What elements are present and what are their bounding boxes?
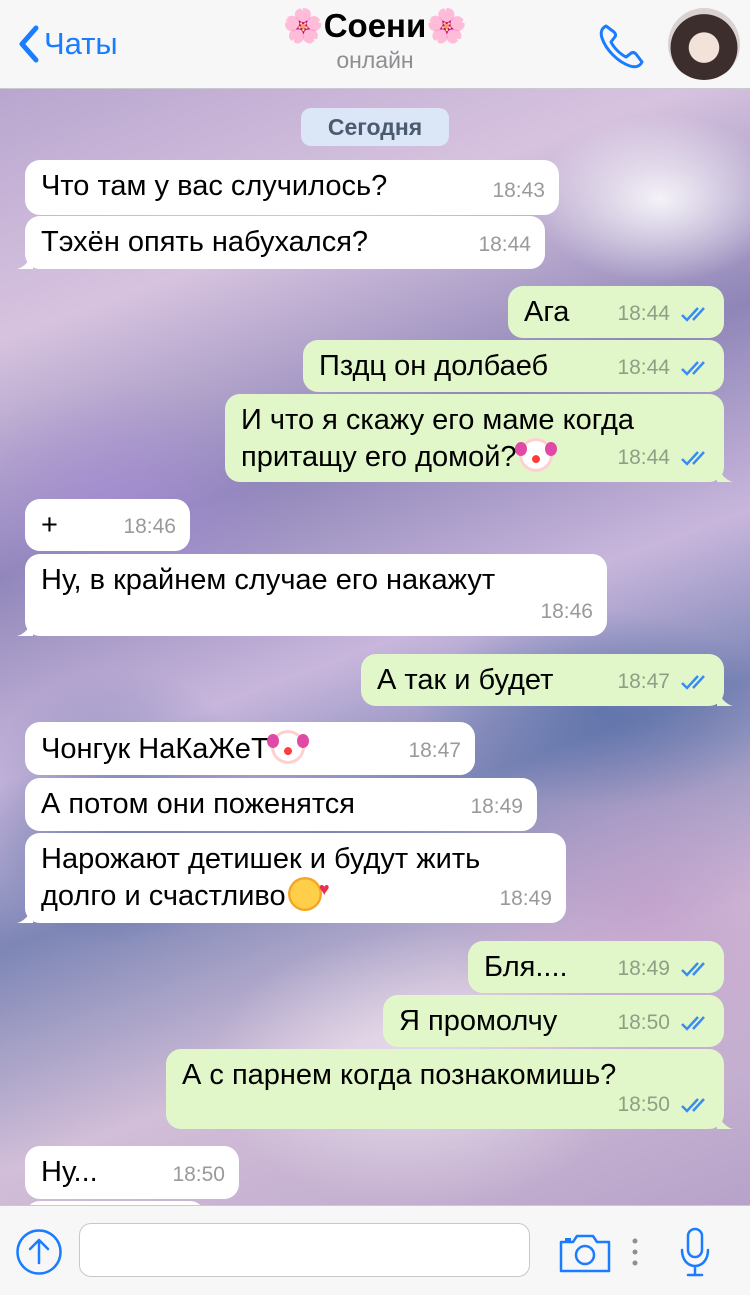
time-label: 18:46 [123, 515, 176, 538]
message-text: Ну... [41, 1156, 98, 1188]
message-text: А с парнем когда познакомишь? [182, 1059, 617, 1091]
message-status: 18:49 [617, 951, 712, 987]
time-label: 18:44 [478, 233, 531, 256]
clown-face-icon [266, 730, 309, 764]
message-text: Пздц он долбаеб [319, 350, 549, 382]
message-text: Ну, в крайнем случае его накажут [41, 564, 496, 596]
message-text: Бля.... [484, 951, 568, 983]
chevron-left-icon [19, 25, 39, 63]
double-check-icon [681, 962, 705, 977]
message-status: 18:50 [617, 1087, 712, 1123]
double-check-icon [681, 361, 705, 376]
time-label: 18:44 [617, 446, 670, 469]
message-outgoing[interactable]: Ага 18:44 [508, 286, 724, 338]
clown-face-icon [514, 438, 557, 472]
message-input[interactable] [79, 1223, 530, 1277]
time-label: 18:44 [617, 356, 670, 379]
message-outgoing[interactable]: И что я скажу его маме когда притащу его… [225, 394, 733, 482]
camera-icon[interactable] [558, 1232, 612, 1274]
message-text: + [41, 509, 58, 541]
message-incoming[interactable]: Что там у вас случилось? 18:43 [25, 160, 559, 215]
bubble-tail [717, 690, 733, 706]
chat-header: Чаты 🌸Соени🌸 онлайн [0, 0, 750, 89]
double-check-icon [681, 675, 705, 690]
message-outgoing[interactable]: А так и будет 18:47 [361, 654, 733, 706]
message-outgoing[interactable]: Я промолчу 18:50 [383, 995, 724, 1047]
message-time: 18:43 [492, 173, 545, 209]
contact-name: 🌸Соени🌸 [282, 7, 468, 44]
message-text: Ага [524, 296, 570, 328]
message-text: Чонгук НаКаЖеТ [41, 733, 269, 765]
time-label: 18:43 [492, 179, 545, 202]
contact-info[interactable]: 🌸Соени🌸 онлайн [200, 6, 550, 74]
bubble-tail [717, 1113, 733, 1129]
message-incoming[interactable]: А потом они поженятся 18:49 [25, 778, 537, 831]
chat-area[interactable]: Сегодня Что там у вас случилось? 18:43 Т… [0, 89, 750, 1205]
message-text: А потом они поженятся [41, 788, 355, 820]
message-outgoing[interactable]: А с парнем когда познакомишь? 18:50 [166, 1049, 733, 1129]
time-label: 18:49 [617, 957, 670, 980]
attach-upload-icon[interactable] [15, 1228, 63, 1276]
message-time: 18:50 [172, 1157, 225, 1193]
phone-icon[interactable] [596, 20, 648, 70]
bubble-tail [17, 620, 33, 636]
more-dots-icon[interactable] [630, 1236, 640, 1268]
time-label: 18:49 [499, 887, 552, 910]
message-status: 18:47 [617, 664, 712, 700]
message-text: Я промолчу [399, 1005, 558, 1037]
time-label: 18:46 [540, 600, 593, 623]
double-check-icon [681, 451, 705, 466]
message-time: 18:47 [408, 733, 461, 769]
date-separator: Сегодня [301, 108, 449, 146]
message-incoming[interactable]: Ну... 18:50 [25, 1146, 239, 1199]
message-time: 18:46 [540, 594, 593, 630]
message-text: И что я скажу его маме когда притащу его… [241, 404, 635, 473]
bubble-tail [17, 253, 33, 269]
message-input-bar [0, 1205, 750, 1295]
message-incoming[interactable]: Чонгук НаКаЖеТ 18:47 [25, 722, 475, 775]
contact-status: онлайн [336, 47, 414, 73]
message-time: 18:49 [470, 789, 523, 825]
time-label: 18:49 [470, 795, 523, 818]
time-label: 18:44 [617, 302, 670, 325]
time-label: 18:50 [617, 1011, 670, 1034]
message-incoming[interactable]: + 18:46 [25, 499, 190, 551]
time-label: 18:50 [172, 1163, 225, 1186]
bubble-tail [717, 466, 733, 482]
message-time: 18:46 [123, 509, 176, 545]
message-time: 18:44 [478, 227, 531, 263]
message-outgoing[interactable]: Бля.... 18:49 [468, 941, 724, 993]
message-incoming[interactable]: Тэхён опять набухался? 18:44 [17, 216, 545, 269]
avatar[interactable] [668, 8, 740, 80]
back-label: Чаты [44, 26, 118, 61]
message-status: 18:44 [617, 440, 712, 476]
double-check-icon [681, 1098, 705, 1113]
time-label: 18:47 [408, 739, 461, 762]
message-text: А так и будет [377, 664, 554, 696]
message-outgoing[interactable]: Пздц он долбаеб 18:44 [303, 340, 724, 392]
time-label: 18:50 [617, 1093, 670, 1116]
message-text: Нарожают детишек и будут жить долго и сч… [41, 843, 481, 912]
message-incoming[interactable]: Нарожают детишек и будут жить долго и сч… [17, 833, 566, 923]
double-check-icon [681, 1016, 705, 1031]
smiling-face-with-hearts-icon [287, 871, 330, 911]
time-label: 18:47 [617, 670, 670, 693]
message-text: Что там у вас случилось? [41, 170, 388, 202]
message-text: Тэхён опять набухался? [41, 226, 369, 258]
back-button[interactable]: Чаты [14, 22, 118, 66]
double-check-icon [681, 307, 705, 322]
message-incoming[interactable]: Ну, в крайнем случае его накажут 18:46 [17, 554, 607, 636]
microphone-icon[interactable] [678, 1226, 712, 1278]
message-status: 18:50 [617, 1005, 712, 1041]
message-status: 18:44 [617, 296, 712, 332]
message-time: 18:49 [499, 881, 552, 917]
message-status: 18:44 [617, 350, 712, 386]
bubble-tail [17, 907, 33, 923]
